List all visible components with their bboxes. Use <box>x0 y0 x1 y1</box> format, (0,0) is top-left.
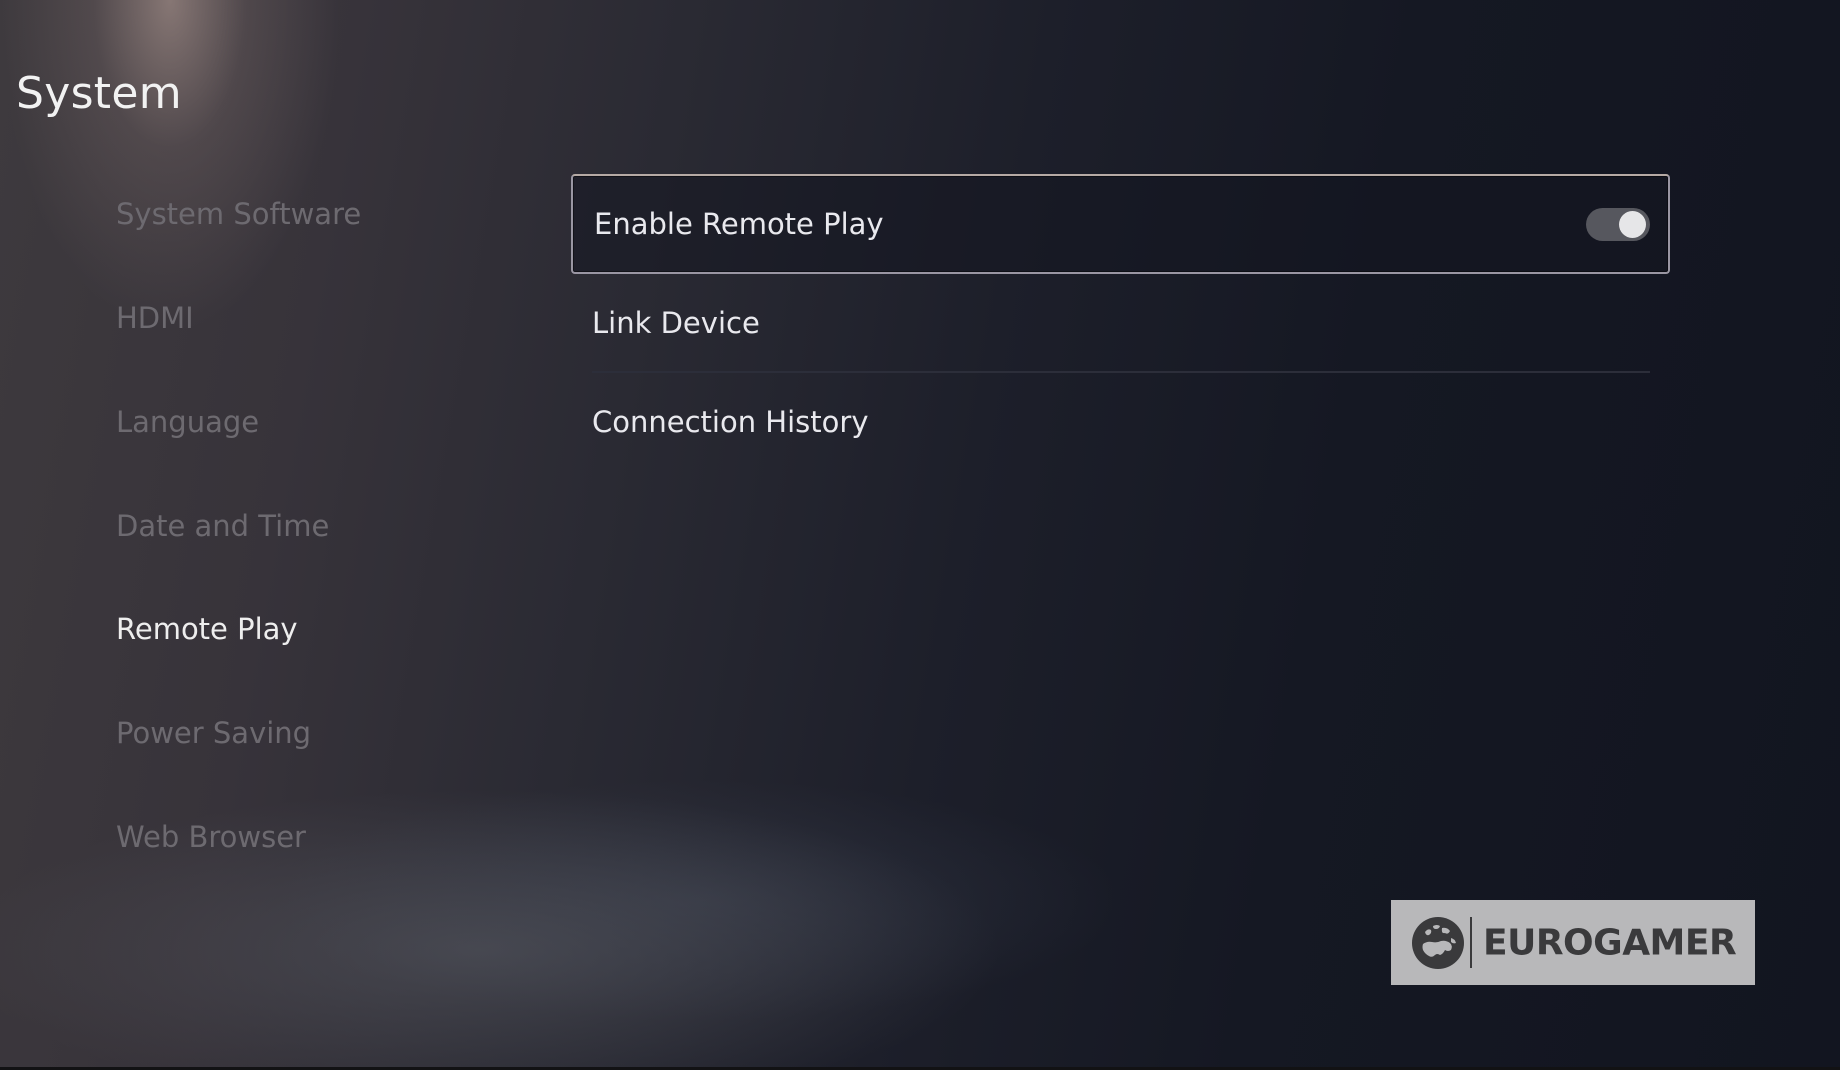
page-title: System <box>16 68 182 119</box>
globe-europe-icon <box>1412 917 1464 969</box>
connection-history-row[interactable]: Connection History <box>571 372 1670 472</box>
sidebar-item-web-browser[interactable]: Web Browser <box>116 820 306 854</box>
eurogamer-watermark: EUROGAMER <box>1391 900 1755 985</box>
enable-remote-play-row[interactable]: Enable Remote Play <box>571 174 1670 274</box>
link-device-row[interactable]: Link Device <box>571 273 1670 373</box>
link-device-label: Link Device <box>592 306 760 340</box>
eurogamer-logo-text: EUROGAMER <box>1483 922 1737 963</box>
sidebar-item-power-saving[interactable]: Power Saving <box>116 716 311 750</box>
enable-remote-play-toggle[interactable] <box>1586 208 1650 241</box>
sidebar-item-hdmi[interactable]: HDMI <box>116 301 194 335</box>
sidebar-item-language[interactable]: Language <box>116 405 259 439</box>
sidebar-item-date-and-time[interactable]: Date and Time <box>116 509 329 543</box>
sidebar-item-remote-play[interactable]: Remote Play <box>116 612 298 646</box>
toggle-knob <box>1619 211 1646 238</box>
connection-history-label: Connection History <box>592 405 869 439</box>
sidebar-item-system-software[interactable]: System Software <box>116 197 361 231</box>
enable-remote-play-label: Enable Remote Play <box>594 207 884 241</box>
logo-divider <box>1470 917 1472 968</box>
